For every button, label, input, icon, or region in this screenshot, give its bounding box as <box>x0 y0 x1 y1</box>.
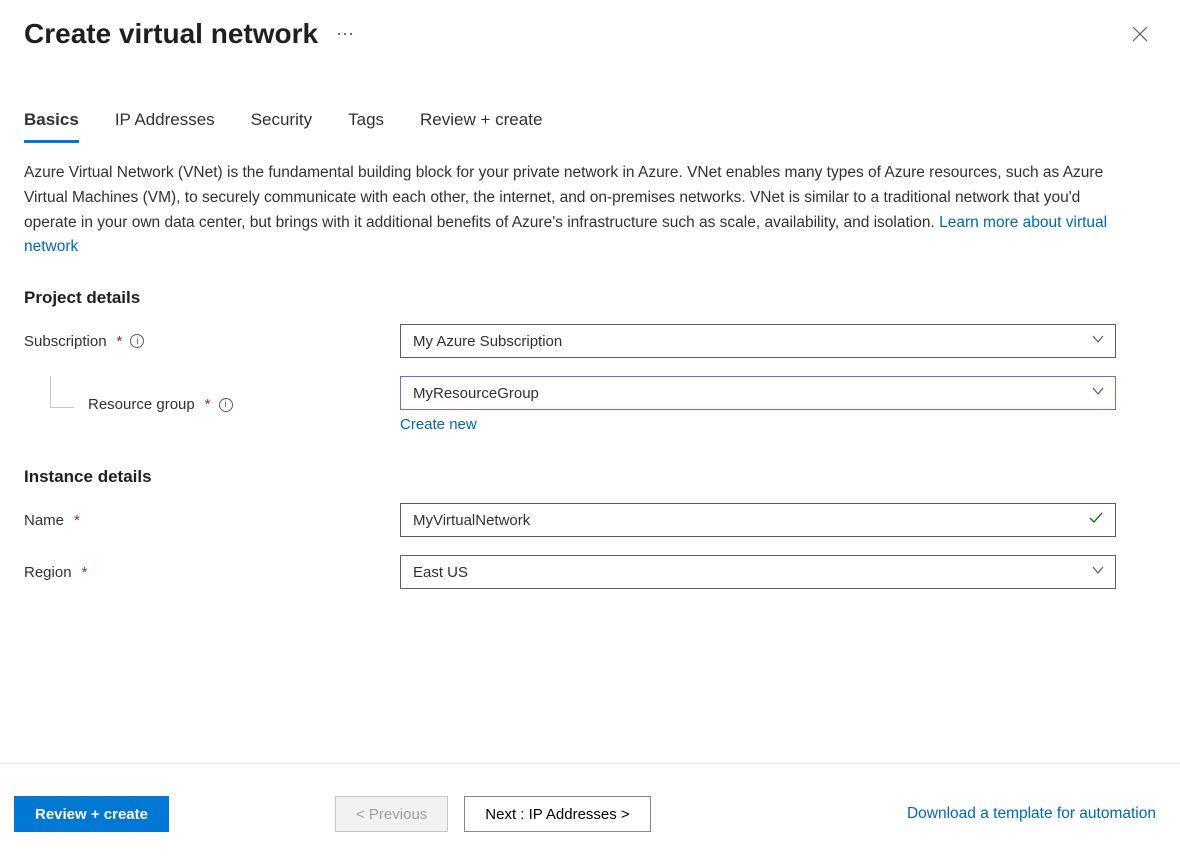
create-new-link[interactable]: Create new <box>400 416 477 433</box>
required-indicator: * <box>82 564 88 581</box>
tab-bar: Basics IP Addresses Security Tags Review… <box>0 50 1180 143</box>
tree-connector <box>50 376 74 408</box>
next-button[interactable]: Next : IP Addresses > <box>464 796 650 832</box>
review-create-button[interactable]: Review + create <box>14 796 169 832</box>
chevron-down-icon <box>1091 563 1105 581</box>
previous-button: < Previous <box>335 796 448 832</box>
tab-tags[interactable]: Tags <box>348 110 384 143</box>
chevron-down-icon <box>1091 332 1105 350</box>
region-value: East US <box>413 564 468 581</box>
instance-details-heading: Instance details <box>24 467 1116 487</box>
subscription-label: Subscription <box>24 333 107 350</box>
region-select[interactable]: East US <box>400 555 1116 589</box>
checkmark-icon <box>1087 509 1105 531</box>
info-icon[interactable]: i <box>219 398 233 412</box>
subscription-select[interactable]: My Azure Subscription <box>400 324 1116 358</box>
required-indicator: * <box>117 333 123 350</box>
description-text: Azure Virtual Network (VNet) is the fund… <box>24 161 1116 260</box>
required-indicator: * <box>205 396 211 413</box>
close-icon <box>1132 26 1148 42</box>
tab-security[interactable]: Security <box>251 110 312 143</box>
subscription-value: My Azure Subscription <box>413 333 562 350</box>
more-icon[interactable]: ⋯ <box>332 20 358 49</box>
footer-separator <box>0 763 1180 764</box>
resource-group-value: MyResourceGroup <box>413 385 539 402</box>
name-label: Name <box>24 512 64 529</box>
page-title: Create virtual network <box>24 18 318 50</box>
tab-review-create[interactable]: Review + create <box>420 110 542 143</box>
resource-group-label: Resource group <box>88 396 195 413</box>
name-input[interactable]: MyVirtualNetwork <box>400 503 1116 537</box>
resource-group-select[interactable]: MyResourceGroup <box>400 376 1116 410</box>
required-indicator: * <box>74 512 80 529</box>
tab-basics[interactable]: Basics <box>24 110 79 143</box>
info-icon[interactable]: i <box>130 334 144 348</box>
name-value: MyVirtualNetwork <box>413 512 530 529</box>
tab-ip-addresses[interactable]: IP Addresses <box>115 110 215 143</box>
region-label: Region <box>24 564 72 581</box>
project-details-heading: Project details <box>24 288 1116 308</box>
chevron-down-icon <box>1091 384 1105 402</box>
footer-bar: Review + create < Previous Next : IP Add… <box>0 770 1180 862</box>
close-button[interactable] <box>1124 18 1156 50</box>
download-template-link[interactable]: Download a template for automation <box>907 805 1156 823</box>
